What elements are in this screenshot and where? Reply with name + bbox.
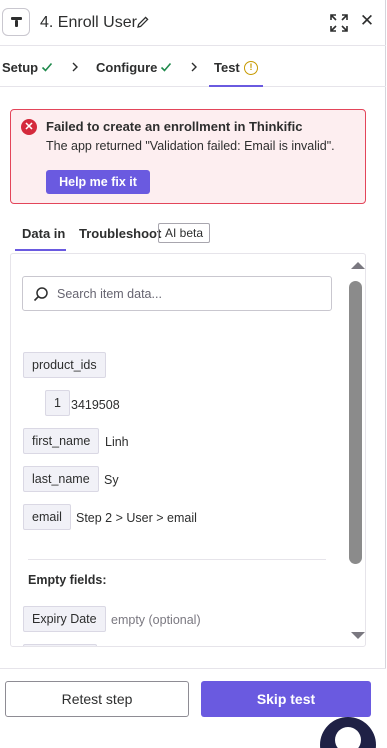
panel-header: 4. Enroll User ✕: [0, 0, 386, 46]
help-me-fix-button[interactable]: Help me fix it: [46, 170, 150, 194]
field-key-first-name[interactable]: first_name: [23, 428, 100, 454]
check-icon: [160, 62, 172, 72]
error-message: The app returned "Validation failed: Ema…: [46, 139, 335, 153]
active-tab-indicator: [15, 249, 66, 251]
chevron-right-icon: [72, 62, 78, 72]
error-title: Failed to create an enrollment in Thinki…: [46, 119, 303, 134]
scrollbar[interactable]: [346, 254, 365, 646]
error-icon: ✕: [21, 119, 37, 135]
field-value: Sy: [104, 473, 119, 487]
chevron-right-icon: [191, 62, 197, 72]
field-value: Step 2 > User > email: [76, 511, 197, 525]
expand-icon[interactable]: [330, 14, 348, 32]
zap-step-panel: 4. Enroll User ✕ Setup Configure Test ! …: [0, 0, 386, 748]
warning-icon: !: [244, 61, 258, 75]
data-in-panel: product_ids 1 3419508 first_name Linh la…: [10, 253, 366, 647]
field-value-empty: empty (optional): [111, 613, 201, 627]
scroll-down-arrow-icon[interactable]: [351, 632, 365, 639]
field-key-email[interactable]: email: [23, 504, 71, 530]
tab-setup[interactable]: Setup: [2, 60, 38, 75]
skip-test-button[interactable]: Skip test: [201, 681, 371, 717]
field-key-expiry-date[interactable]: Expiry Date: [23, 606, 106, 632]
field-key-last-name[interactable]: last_name: [23, 466, 99, 492]
tab-test[interactable]: Test: [214, 60, 240, 75]
pencil-icon[interactable]: [136, 15, 150, 29]
field-key[interactable]: [23, 644, 97, 646]
active-step-indicator: [209, 85, 263, 87]
close-icon[interactable]: ✕: [359, 12, 375, 29]
tab-data-in[interactable]: Data in: [22, 226, 65, 241]
ai-beta-badge: AI beta: [158, 223, 210, 243]
search-input[interactable]: [57, 277, 327, 310]
scroll-up-arrow-icon[interactable]: [351, 262, 365, 269]
field-value: Linh: [105, 435, 129, 449]
retest-step-button[interactable]: Retest step: [5, 681, 189, 717]
scrollbar-thumb[interactable]: [349, 281, 362, 564]
empty-fields-heading: Empty fields:: [28, 573, 107, 587]
search-box[interactable]: [22, 276, 332, 311]
error-alert: ✕ Failed to create an enrollment in Thin…: [10, 109, 366, 204]
thinkific-app-icon: [2, 8, 30, 36]
divider: [28, 559, 326, 560]
step-tabs: Setup Configure Test !: [0, 47, 386, 87]
check-icon: [41, 62, 53, 72]
step-title[interactable]: 4. Enroll User: [40, 14, 137, 32]
tab-troubleshoot[interactable]: Troubleshoot: [79, 226, 161, 241]
field-key-product-ids[interactable]: product_ids: [23, 352, 106, 378]
search-icon: [33, 287, 48, 302]
field-value: 3419508: [71, 398, 120, 412]
field-key-index[interactable]: 1: [45, 390, 70, 416]
tab-configure[interactable]: Configure: [96, 60, 157, 75]
